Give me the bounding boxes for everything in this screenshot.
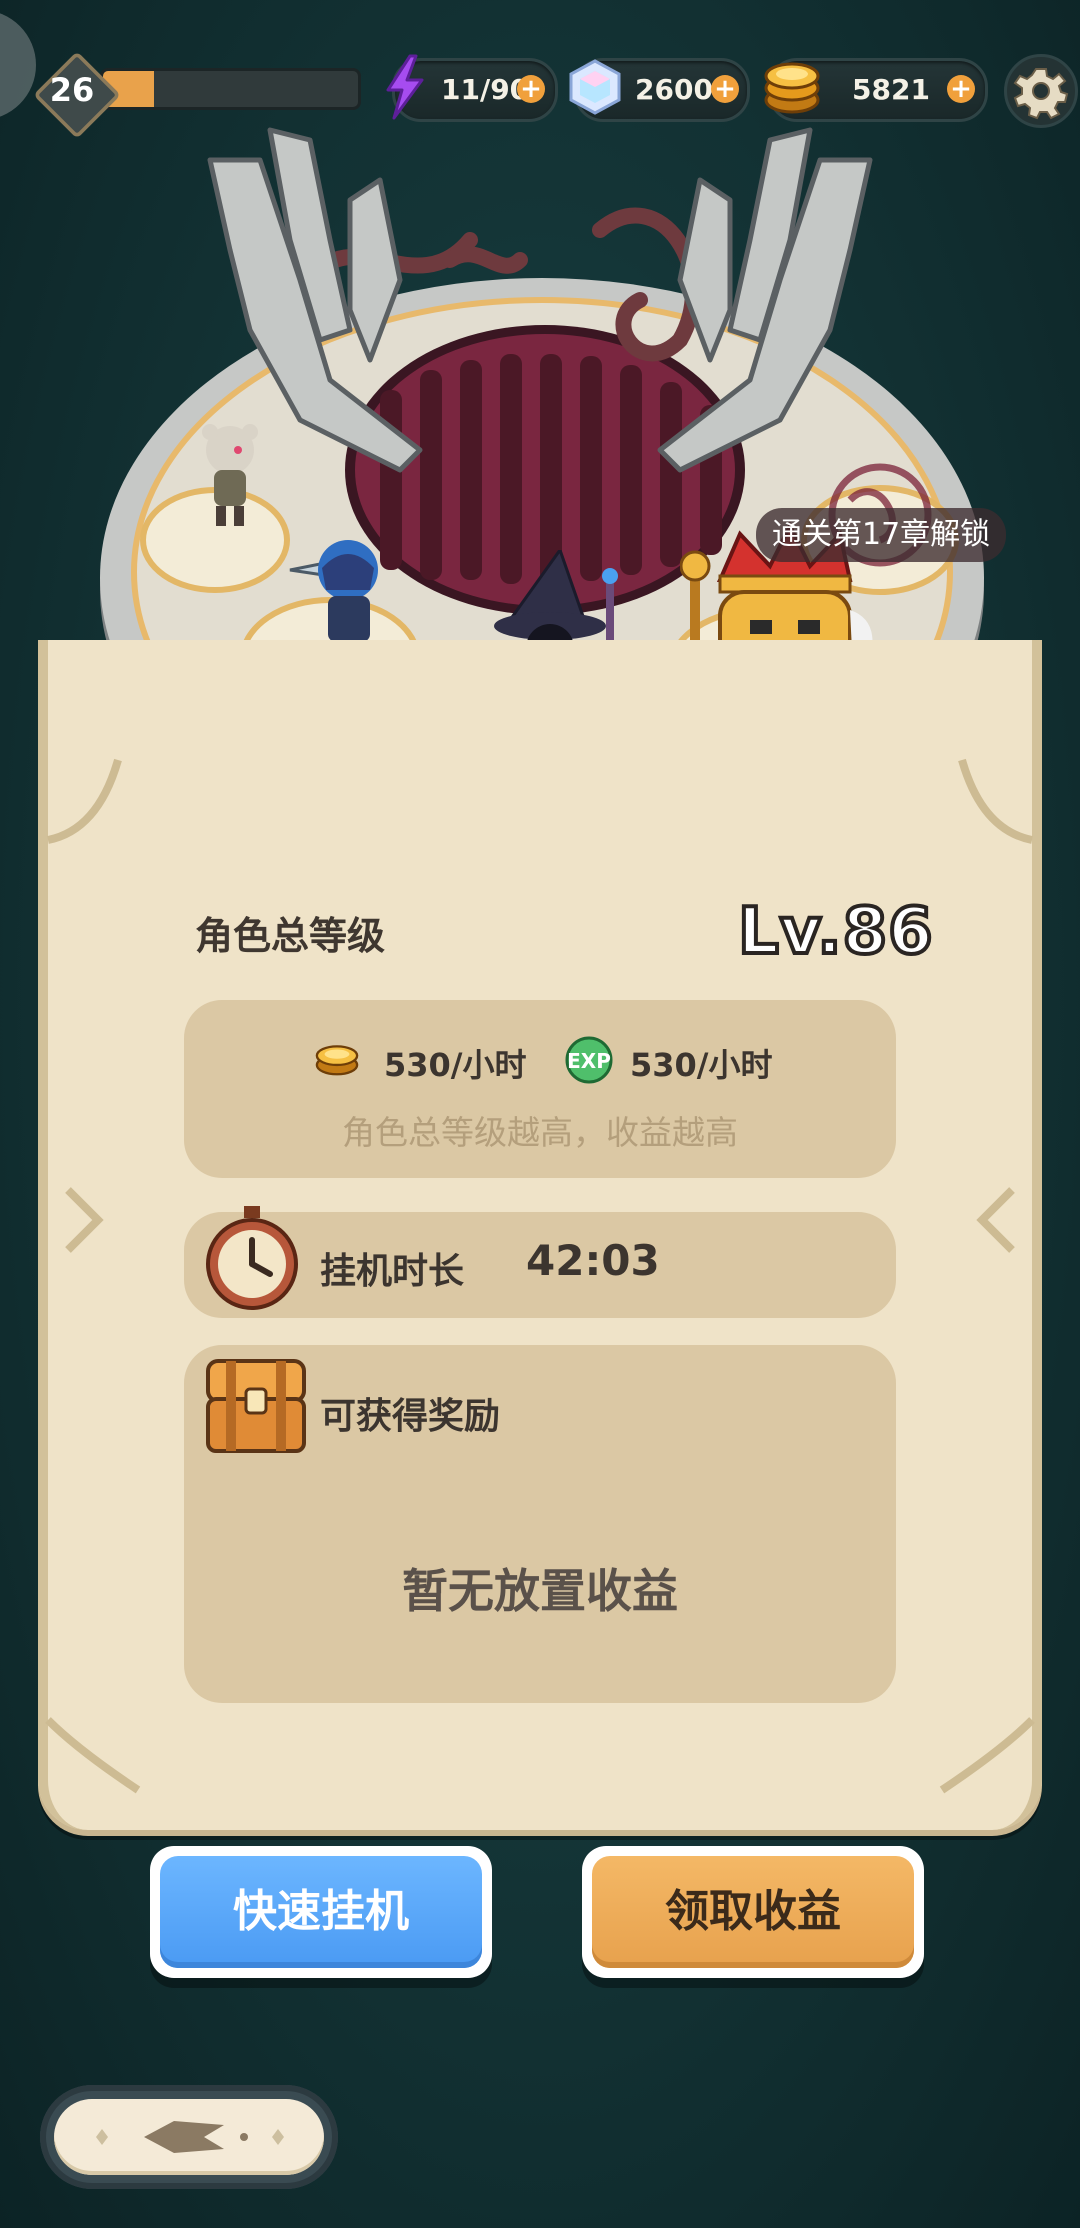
ornament-arrow-icon [96, 2121, 284, 2153]
idle-duration-time: 42:03 [526, 1236, 660, 1285]
gear-icon [1013, 68, 1069, 120]
gold-value: 5821 [852, 73, 930, 106]
player-level[interactable]: 26 [34, 52, 110, 128]
energy-value: 11/90 [441, 73, 530, 106]
gold-rate: 530/小时 [384, 1046, 527, 1084]
quick-idle-label: 快速挂机 [160, 1856, 482, 1968]
gem-add-button[interactable]: + [711, 75, 739, 103]
hero-bear-girl[interactable] [180, 420, 260, 530]
gold-coin-icon [315, 1045, 359, 1076]
lightning-icon [386, 54, 424, 120]
xp-progress-bar [100, 68, 361, 110]
claim-rewards-button[interactable]: 领取收益 [582, 1846, 924, 1978]
exp-rate: 530/小时 [630, 1046, 773, 1084]
total-level-value: Lv.86 [736, 893, 935, 971]
reward-box: 可获得奖励 暂无放置收益 [184, 1345, 896, 1703]
svg-text:EXP: EXP [567, 1049, 611, 1073]
gem-icon [569, 59, 621, 115]
locked-slot-label[interactable]: 通关第17章解锁 [756, 508, 1007, 562]
treasure-chest-icon [206, 1359, 306, 1453]
exp-icon: EXP [565, 1036, 613, 1084]
income-hint: 角色总等级越高，收益越高 [342, 1113, 738, 1152]
total-level-label: 角色总等级 [195, 914, 386, 958]
idle-duration-box: 挂机时长 42:03 [184, 1206, 896, 1318]
gem-value: 2600 [635, 73, 713, 106]
energy-add-button[interactable]: + [517, 75, 545, 103]
idle-duration-label: 挂机时长 [320, 1251, 465, 1292]
gold-add-button[interactable]: + [947, 75, 975, 103]
income-rate-box: 530/小时 EXP 530/小时 角色总等级越高，收益越高 [184, 1000, 896, 1178]
gold-coin-icon [764, 62, 820, 114]
settings-button[interactable] [1004, 54, 1078, 128]
top-bar: 26 11/90 + 2600 + 5821 + [0, 50, 1080, 139]
quick-idle-button[interactable]: 快速挂机 [150, 1846, 492, 1978]
claim-rewards-label: 领取收益 [592, 1856, 914, 1968]
reward-empty-text: 暂无放置收益 [402, 1564, 678, 1618]
expand-menu-toggle[interactable] [40, 2085, 338, 2189]
toggle-inner [54, 2099, 324, 2175]
reward-label: 可获得奖励 [320, 1396, 501, 1437]
stopwatch-icon [206, 1206, 298, 1310]
